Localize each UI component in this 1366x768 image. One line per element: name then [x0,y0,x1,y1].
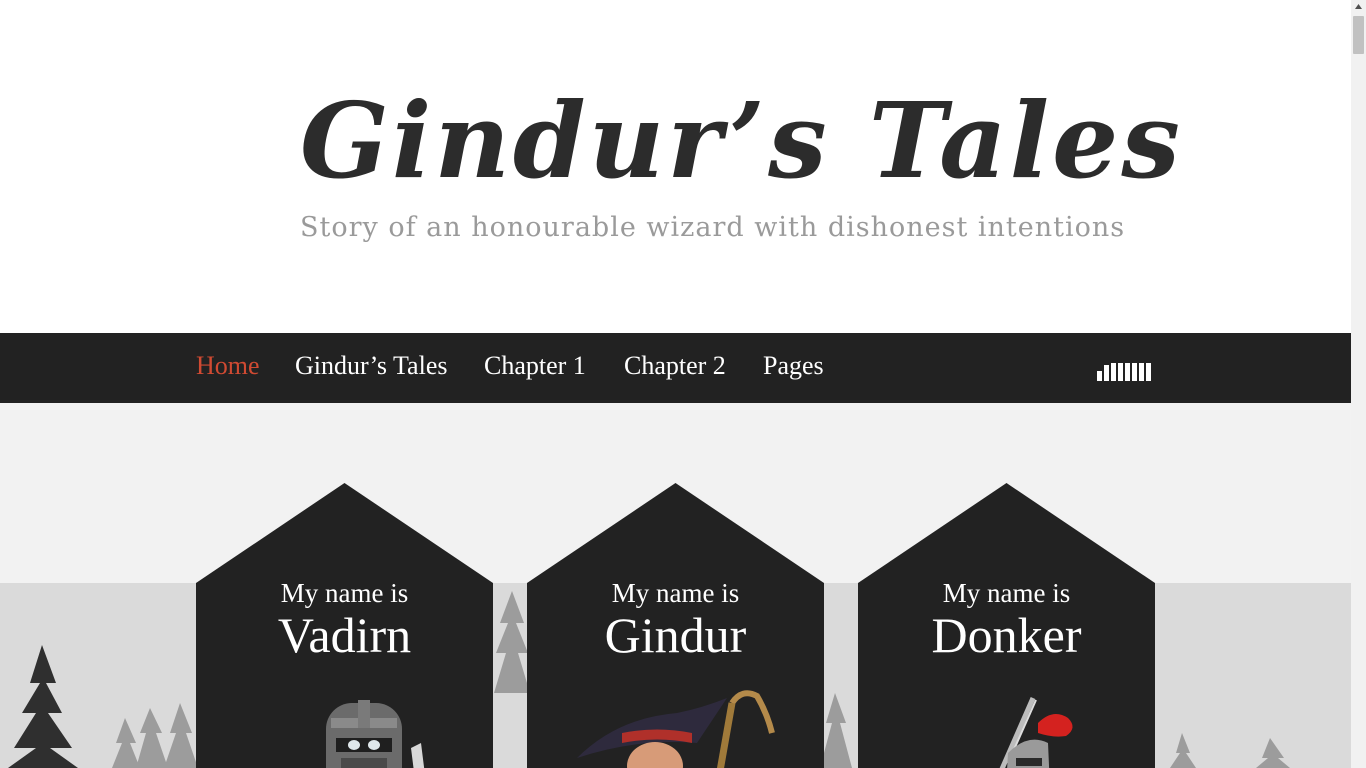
card-intro: My name is [942,578,1071,608]
character-card-gindur[interactable]: My name is Gindur [527,483,824,768]
scroll-up-arrow-icon[interactable] [1351,0,1366,15]
nav-item-pages[interactable]: Pages [763,351,824,381]
card-name: Vadirn [277,607,412,663]
main-navigation: Home Gindur’s Tales Chapter 1 Chapter 2 … [0,333,1351,403]
page: Gindur’s Tales Story of an honourable wi… [0,0,1351,768]
vertical-scrollbar[interactable] [1351,0,1366,768]
wizard-icon [577,690,775,768]
nav-item-chapter-2[interactable]: Chapter 2 [624,351,726,381]
character-card-donker[interactable]: My name is Donker [858,483,1155,768]
site-header: Gindur’s Tales Story of an honourable wi… [0,0,1351,333]
card-intro: My name is [611,578,740,608]
nav-item-gindurs-tales[interactable]: Gindur’s Tales [295,351,447,381]
scrollbar-thumb[interactable] [1353,16,1364,54]
main-content: My name is Vadirn My name is Gindur My n… [0,403,1351,768]
knight-plume-icon [999,696,1073,768]
nav-item-home[interactable]: Home [196,351,260,381]
knight-helmet-icon [326,700,425,768]
card-name: Gindur [604,607,747,663]
nav-item-chapter-1[interactable]: Chapter 1 [484,351,586,381]
site-title[interactable]: Gindur’s Tales [300,66,1180,216]
card-name: Donker [931,607,1082,663]
card-intro: My name is [280,578,409,608]
bars-icon[interactable] [1097,355,1157,381]
site-tagline: Story of an honourable wizard with disho… [300,212,1126,243]
character-card-vadirn[interactable]: My name is Vadirn [196,483,493,768]
